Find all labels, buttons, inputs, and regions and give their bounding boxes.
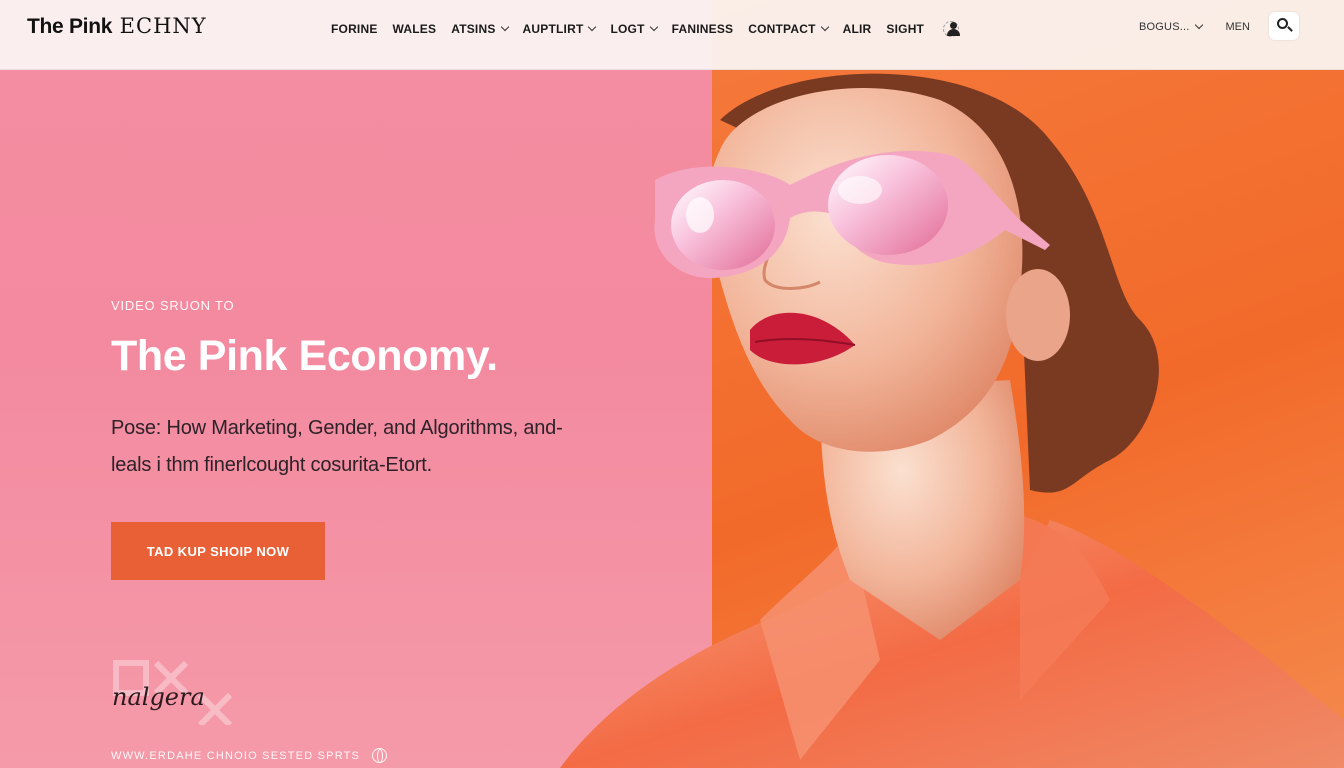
nav-item-label: CONTPACT bbox=[748, 22, 816, 36]
nav-item-label: FANINESS bbox=[671, 22, 734, 36]
globe-icon[interactable] bbox=[372, 748, 388, 763]
nav-item-label: ALIR bbox=[842, 22, 872, 36]
nav-item-auptlirt[interactable]: AUPTLIRT bbox=[522, 22, 597, 36]
language-label: BOGUS... bbox=[1139, 21, 1190, 33]
brand-name-bold: The Pink bbox=[27, 15, 113, 38]
shop-now-button[interactable]: TAD KUP SHOIP NOW bbox=[111, 522, 325, 580]
search-icon-handle bbox=[1287, 26, 1293, 32]
nav-item-contpact[interactable]: CONTPACT bbox=[748, 22, 829, 36]
chevron-down-icon bbox=[820, 22, 829, 32]
chevron-down-icon bbox=[1194, 20, 1203, 30]
nav-item-label: SIGHT bbox=[886, 22, 925, 36]
signature-text: nalgera bbox=[112, 683, 205, 711]
search-button[interactable] bbox=[1269, 12, 1299, 40]
signature-emblem: nalgera bbox=[112, 660, 233, 725]
brand-name-light: ECHNY bbox=[119, 14, 207, 38]
user-icon[interactable] bbox=[943, 21, 963, 37]
nav-item-logt[interactable]: LOGT bbox=[610, 22, 658, 36]
nav-item-label: ATSINS bbox=[451, 22, 496, 36]
hero-subtitle: Pose: How Marketing, Gender, and Algorit… bbox=[111, 417, 563, 476]
nav-item-label: FORINE bbox=[331, 22, 378, 36]
chevron-down-icon bbox=[649, 22, 658, 32]
chevron-down-icon bbox=[588, 22, 597, 32]
nav-item-label: LOGT bbox=[610, 22, 645, 36]
footer-strip-text: WWW.ERDAHE CHNOIO SESTED SPRTS bbox=[111, 749, 361, 762]
nav-item-atsins[interactable]: ATSINS bbox=[451, 22, 509, 36]
chevron-down-icon bbox=[500, 22, 509, 32]
hero-headline: The Pink Economy. bbox=[111, 332, 498, 380]
nav-item-label: AUPTLIRT bbox=[522, 22, 584, 36]
footer-strip: WWW.ERDAHE CHNOIO SESTED SPRTS bbox=[111, 748, 388, 763]
menu-link[interactable]: MEN bbox=[1226, 21, 1250, 33]
nav-item-label: WALES bbox=[392, 22, 437, 36]
hero-model-photo bbox=[560, 73, 1344, 768]
top-navbar: The Pink ECHNY FORINE WALES ATSINS AUPTL… bbox=[0, 0, 1344, 70]
user-icon-shoulders bbox=[947, 29, 961, 36]
brand-logo[interactable]: The Pink ECHNY bbox=[27, 14, 207, 39]
nav-item-faniness[interactable]: FANINESS bbox=[672, 22, 734, 36]
nav-item-alir[interactable]: ALIR bbox=[843, 22, 872, 36]
hero-eyebrow: VIDEO SRUON TO bbox=[111, 298, 235, 313]
nav-item-forine[interactable]: FORINE bbox=[331, 22, 378, 36]
nav-utilities: BOGUS... MEN bbox=[1139, 20, 1250, 33]
main-nav: FORINE WALES ATSINS AUPTLIRT LOGT FANINE… bbox=[331, 21, 963, 37]
language-selector[interactable]: BOGUS... bbox=[1139, 20, 1203, 33]
nav-item-wales[interactable]: WALES bbox=[393, 22, 437, 36]
nav-item-sight[interactable]: SIGHT bbox=[886, 22, 924, 36]
